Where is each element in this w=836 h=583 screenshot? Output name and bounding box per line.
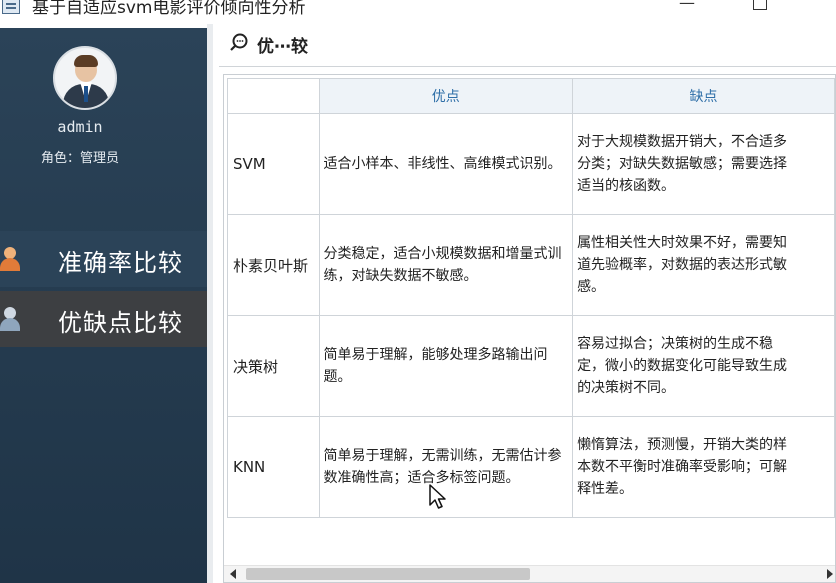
pros-cell[interactable]: 适合小样本、非线性、高维模式识别。 [318, 113, 574, 215]
page-header: 优⋯较 [213, 24, 836, 66]
pros-cell[interactable]: 简单易于理解，能够处理多路输出问题。 [318, 315, 574, 417]
cons-cell[interactable]: 对于大规模数据开销大，不合适多 分类；对缺失数据敏感；需要选择 适当的核函数。 [572, 113, 835, 215]
scroll-left-icon[interactable] [230, 569, 236, 579]
algorithm-name: 朴素贝叶斯 [227, 214, 320, 316]
sidebar-item-label: 优缺点比较 [58, 309, 183, 337]
user-orange-icon [0, 247, 22, 271]
cons-cell[interactable]: 懒惰算法，预测慢，开销大类的样 本数不平衡时准确率受影响；可解 释性差。 [572, 416, 835, 518]
column-header-pros[interactable]: 优点 [318, 78, 574, 114]
cons-cell[interactable]: 属性相关性大时效果不好，需要知 道先验概率，对数据的表达形式敏 感。 [572, 214, 835, 316]
divider [219, 66, 836, 67]
scroll-right-icon[interactable] [827, 569, 833, 579]
sidebar-item-accuracy-compare[interactable]: 准确率比较 [0, 231, 207, 287]
window-title: 基于自适应svm电影评价倾向性分析 [32, 0, 306, 18]
sidebar-item-label: 准确率比较 [58, 249, 183, 277]
avatar [53, 46, 117, 110]
main-content: 优⋯较 优点 缺点 SVM 适合小样本、非线性、高维模式识别。 对于大规模数据开… [207, 24, 836, 583]
horizontal-scrollbar[interactable] [224, 565, 835, 582]
algorithm-name: 决策树 [227, 315, 320, 417]
table-row[interactable]: KNN 简单易于理解，无需训练，无需估计参数准确性高；适合多标签问题。 懒惰算法… [227, 416, 835, 518]
table-row[interactable]: 决策树 简单易于理解，能够处理多路输出问题。 容易过拟合；决策树的生成不稳 定，微… [227, 315, 835, 417]
maximize-button[interactable] [745, 0, 775, 16]
sidebar: admin 角色：管理员 准确率比较 优缺点比较 [0, 28, 207, 583]
page-title: 优⋯较 [257, 37, 308, 57]
cons-cell[interactable]: 容易过拟合；决策树的生成不稳 定，微小的数据变化可能导致生成 的决策树不同。 [572, 315, 835, 417]
algorithm-name: KNN [227, 416, 320, 518]
pros-cell[interactable]: 分类稳定，适合小规模数据和增量式训练，对缺失数据不敏感。 [318, 214, 574, 316]
table-row[interactable]: SVM 适合小样本、非线性、高维模式识别。 对于大规模数据开销大，不合适多 分类；… [227, 113, 835, 215]
username: admin [57, 118, 103, 136]
table-row[interactable]: 朴素贝叶斯 分类稳定，适合小规模数据和增量式训练，对缺失数据不敏感。 属性相关性… [227, 214, 835, 316]
column-header-cons[interactable]: 缺点 [572, 78, 835, 114]
sidebar-item-pros-cons-compare[interactable]: 优缺点比较 [0, 291, 207, 347]
mouse-cursor-icon [429, 484, 446, 509]
comparison-table-panel: 优点 缺点 SVM 适合小样本、非线性、高维模式识别。 对于大规模数据开销大，不… [223, 74, 836, 583]
minimize-button[interactable]: — [672, 0, 702, 16]
search-icon [230, 33, 248, 51]
user-role: 角色：管理员 [40, 151, 119, 166]
comparison-table: 优点 缺点 SVM 适合小样本、非线性、高维模式识别。 对于大规模数据开销大，不… [227, 78, 835, 518]
title-bar: 基于自适应svm电影评价倾向性分析 — [0, 0, 836, 24]
user-gray-icon [0, 307, 22, 331]
table-corner [227, 78, 320, 114]
algorithm-name: SVM [227, 113, 320, 215]
scroll-thumb[interactable] [246, 568, 530, 580]
maximize-icon [753, 0, 767, 10]
app-icon [2, 0, 20, 14]
